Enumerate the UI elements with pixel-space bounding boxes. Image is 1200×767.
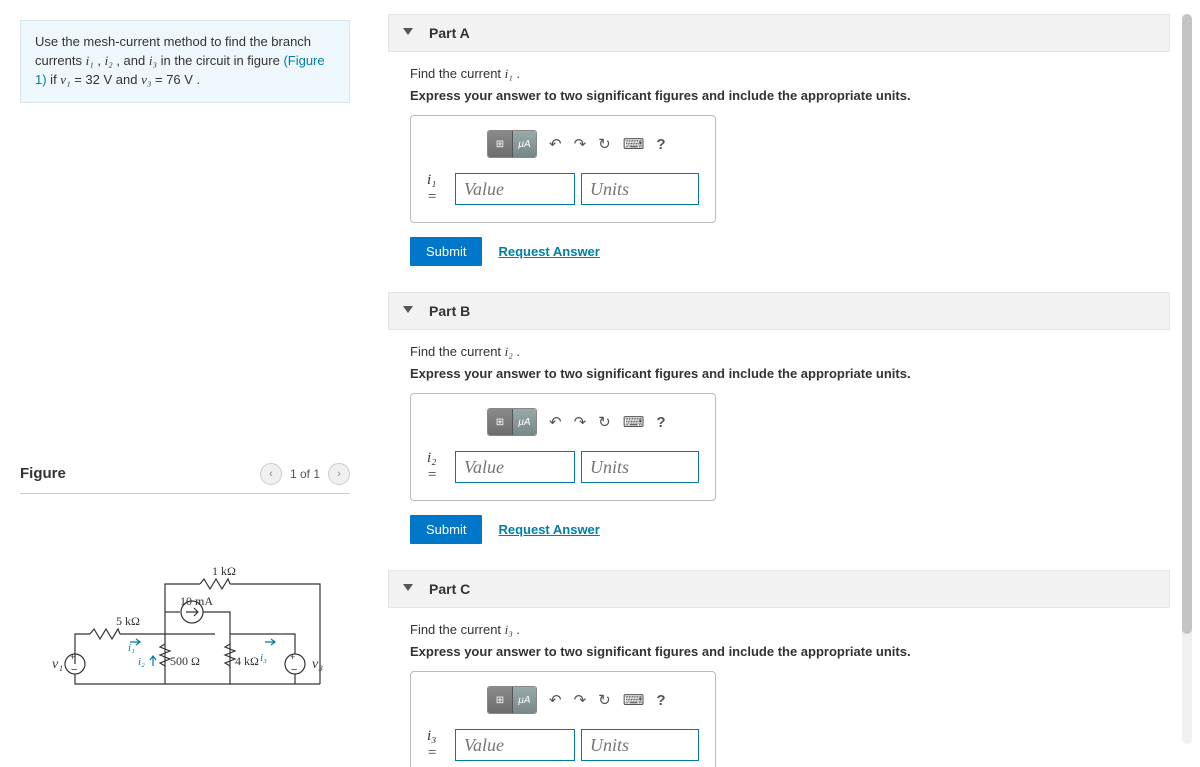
var-label-a: i₁ =: [427, 172, 447, 206]
redo-icon[interactable]: ↷: [574, 135, 587, 153]
var-label-c: i₃ =: [427, 728, 447, 762]
units-input-c[interactable]: [581, 729, 699, 761]
figure-title: Figure: [20, 465, 66, 482]
part-b-instruction: Express your answer to two significant f…: [410, 366, 1170, 381]
submit-button-b[interactable]: Submit: [410, 515, 482, 544]
label-1k: 1 kΩ: [212, 564, 236, 579]
part-a-instruction: Express your answer to two significant f…: [410, 88, 1170, 103]
part-c-prompt: Find the current i₃ .: [410, 622, 1170, 638]
label-i2: i₂: [138, 656, 145, 668]
value-input-b[interactable]: [455, 451, 575, 483]
keyboard-icon[interactable]: ⌨: [623, 413, 645, 431]
templates-button[interactable]: ⊞ μA: [487, 130, 537, 158]
label-5k: 5 kΩ: [116, 614, 140, 629]
part-c-instruction: Express your answer to two significant f…: [410, 644, 1170, 659]
units-mu-button[interactable]: μA: [512, 131, 536, 157]
figure-counter: 1 of 1: [290, 467, 320, 481]
templates-button[interactable]: ⊞ μA: [487, 408, 537, 436]
part-a-prompt: Find the current i₁ .: [410, 66, 1170, 82]
undo-icon[interactable]: ↶: [549, 135, 562, 153]
svg-text:+: +: [70, 652, 75, 662]
undo-icon[interactable]: ↶: [549, 691, 562, 709]
help-icon[interactable]: ?: [656, 136, 665, 153]
label-10mA: 10 mA: [180, 594, 213, 609]
redo-icon[interactable]: ↷: [574, 691, 587, 709]
intro-i1: i₁: [86, 53, 94, 68]
answer-box-a: ⊞ μA ↶ ↷ ↻ ⌨ ? i₁ =: [410, 115, 716, 223]
caret-down-icon: [403, 28, 413, 35]
help-icon[interactable]: ?: [656, 414, 665, 431]
part-a-title: Part A: [429, 25, 470, 41]
figure-header: Figure ‹ 1 of 1 ›: [20, 463, 350, 494]
answer-box-b: ⊞ μA ↶ ↷ ↻ ⌨ ? i₂ =: [410, 393, 716, 501]
part-b-title: Part B: [429, 303, 470, 319]
redo-icon[interactable]: ↷: [574, 413, 587, 431]
figure-prev-button[interactable]: ‹: [260, 463, 282, 485]
reset-icon[interactable]: ↻: [598, 135, 611, 153]
var-label-b: i₂ =: [427, 450, 447, 484]
label-500: 500 Ω: [170, 654, 200, 669]
request-answer-b[interactable]: Request Answer: [498, 522, 599, 537]
answer-box-c: ⊞ μA ↶ ↷ ↻ ⌨ ? i₃ =: [410, 671, 716, 767]
keyboard-icon[interactable]: ⌨: [623, 691, 645, 709]
intro-i2: i₂: [105, 53, 113, 68]
value-input-a[interactable]: [455, 173, 575, 205]
caret-down-icon: [403, 584, 413, 591]
svg-text:−: −: [71, 664, 77, 676]
label-v3: v₃: [312, 657, 323, 673]
undo-icon[interactable]: ↶: [549, 413, 562, 431]
label-i3: i₃: [260, 652, 267, 664]
circuit-diagram: + −: [20, 524, 340, 694]
part-c-title: Part C: [429, 581, 470, 597]
problem-intro: Use the mesh-current method to find the …: [20, 20, 350, 103]
part-b-header[interactable]: Part B: [388, 292, 1170, 330]
figure-next-button[interactable]: ›: [328, 463, 350, 485]
units-input-b[interactable]: [581, 451, 699, 483]
label-v1: v₁: [52, 657, 63, 673]
submit-button-a[interactable]: Submit: [410, 237, 482, 266]
reset-icon[interactable]: ↻: [598, 691, 611, 709]
keyboard-icon[interactable]: ⌨: [623, 135, 645, 153]
request-answer-a[interactable]: Request Answer: [498, 244, 599, 259]
part-b-prompt: Find the current i₂ .: [410, 344, 1170, 360]
reset-icon[interactable]: ↻: [598, 413, 611, 431]
part-a-header[interactable]: Part A: [388, 14, 1170, 52]
help-icon[interactable]: ?: [656, 692, 665, 709]
label-4k: 4 kΩ: [235, 654, 259, 669]
units-input-a[interactable]: [581, 173, 699, 205]
units-mu-button[interactable]: μA: [512, 409, 536, 435]
caret-down-icon: [403, 306, 413, 313]
part-c-header[interactable]: Part C: [388, 570, 1170, 608]
templates-button[interactable]: ⊞ μA: [487, 686, 537, 714]
units-mu-button[interactable]: μA: [512, 687, 536, 713]
value-input-c[interactable]: [455, 729, 575, 761]
label-i1: i₁: [128, 642, 135, 654]
intro-i3: i₃: [149, 53, 157, 68]
svg-text:−: −: [291, 664, 297, 676]
